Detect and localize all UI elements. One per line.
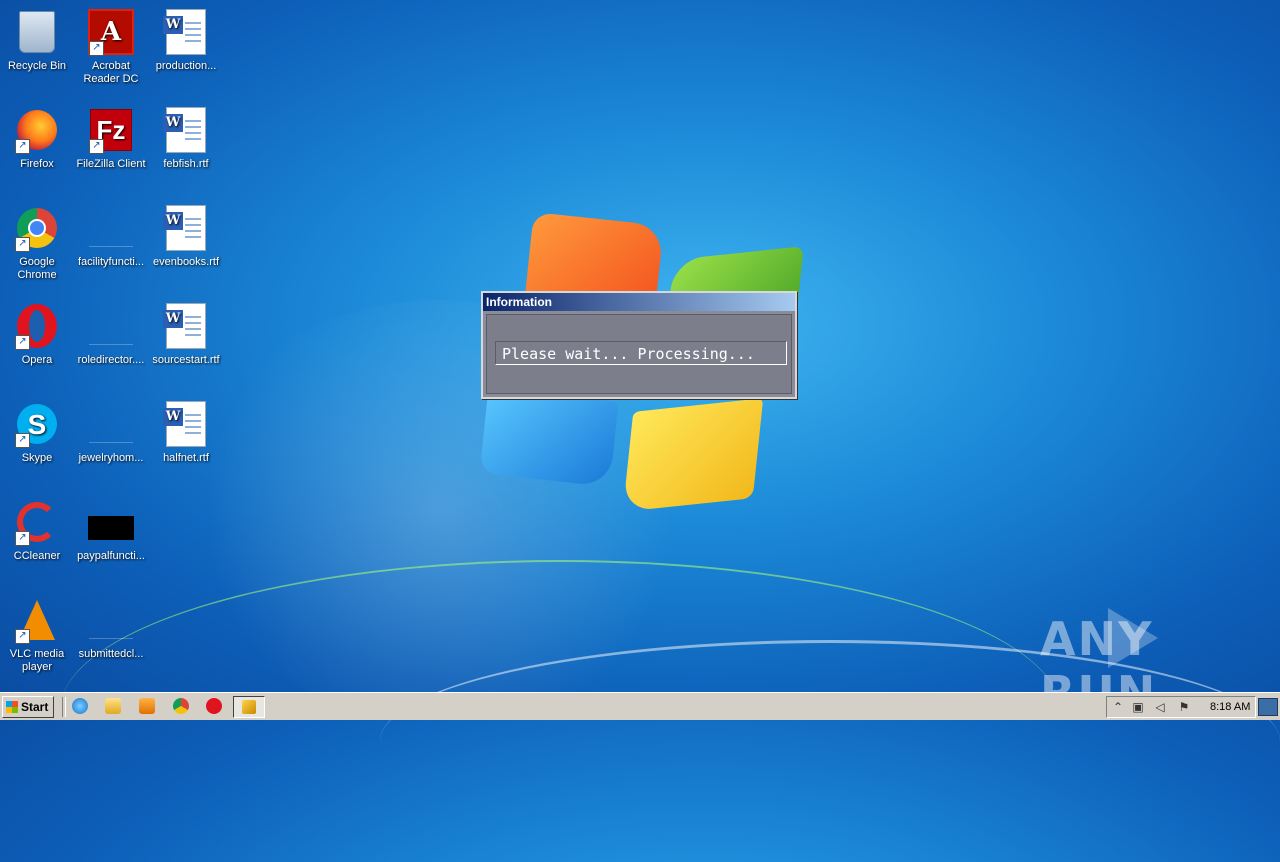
- blank-file-icon: [87, 204, 135, 252]
- firefox-icon: ↗: [13, 106, 61, 154]
- desktop-icon-label: febfish.rtf: [163, 158, 209, 170]
- blank-file-icon: [87, 596, 135, 644]
- recycle-bin-icon: [13, 8, 61, 56]
- desktop-icon-recycle-bin[interactable]: Recycle Bin: [0, 8, 74, 73]
- desktop-icon-label: jewelryhom...: [78, 452, 144, 464]
- chrome-icon[interactable]: [173, 698, 189, 714]
- acrobat-icon: A ↗: [87, 8, 135, 56]
- active-task-button[interactable]: [233, 696, 265, 718]
- desktop-icon-production[interactable]: W production...: [149, 8, 223, 73]
- vlc-icon: ↗: [13, 596, 61, 644]
- desktop-icon-label: submittedcl...: [78, 648, 144, 660]
- desktop-icon-firefox[interactable]: ↗ Firefox: [0, 106, 74, 171]
- desktop-icon-label: Google Chrome: [17, 256, 57, 281]
- information-dialog[interactable]: Information Please wait... Processing...: [481, 291, 797, 399]
- desktop-icon-acrobat[interactable]: A ↗ Acrobat Reader DC: [74, 8, 148, 86]
- black-image-file-icon: [87, 498, 135, 546]
- desktop-icon-label: FileZilla Client: [76, 158, 146, 170]
- desktop-icon-vlc[interactable]: ↗ VLC media player: [0, 596, 74, 674]
- desktop-icon-opera[interactable]: ↗ Opera: [0, 302, 74, 367]
- word-document-icon: W: [162, 204, 210, 252]
- shortcut-arrow-icon: ↗: [15, 139, 30, 154]
- dialog-message: Please wait... Processing...: [495, 341, 787, 365]
- desktop-icon-facilityfuncti[interactable]: facilityfuncti...: [74, 204, 148, 269]
- desktop-icon-halfnet[interactable]: W halfnet.rtf: [149, 400, 223, 465]
- desktop-icon-filezilla[interactable]: Fz ↗ FileZilla Client: [74, 106, 148, 171]
- flag-icon[interactable]: ⚑: [1177, 700, 1191, 714]
- word-document-icon: W: [162, 400, 210, 448]
- windows-flag-icon: [6, 701, 18, 713]
- desktop-icon-roledirector[interactable]: roledirector....: [74, 302, 148, 367]
- blank-file-icon: [87, 400, 135, 448]
- play-icon: [1108, 608, 1158, 668]
- running-app-icon: [242, 700, 256, 714]
- shortcut-arrow-icon: ↗: [15, 531, 30, 546]
- show-desktop-button[interactable]: [1258, 698, 1278, 716]
- desktop-icon-label: Firefox: [20, 158, 54, 170]
- desktop-icon-label: VLC media player: [9, 648, 65, 673]
- media-player-icon[interactable]: [139, 698, 155, 714]
- desktop-icon-ccleaner[interactable]: ↗ CCleaner: [0, 498, 74, 563]
- shortcut-arrow-icon: ↗: [89, 139, 104, 154]
- desktop-icon-paypalfuncti[interactable]: paypalfuncti...: [74, 498, 148, 563]
- ccleaner-icon: ↗: [13, 498, 61, 546]
- desktop-icon-skype[interactable]: S ↗ Skype: [0, 400, 74, 465]
- desktop-icon-label: Acrobat Reader DC: [83, 60, 139, 85]
- desktop-icon-label: production...: [155, 60, 217, 72]
- desktop-icon-label: Recycle Bin: [7, 60, 67, 72]
- chrome-icon: ↗: [13, 204, 61, 252]
- filezilla-icon: Fz ↗: [87, 106, 135, 154]
- start-label: Start: [21, 700, 49, 714]
- start-button[interactable]: Start: [2, 696, 54, 718]
- desktop-icon-label: halfnet.rtf: [163, 452, 209, 464]
- shortcut-arrow-icon: ↗: [89, 41, 104, 56]
- skype-icon: S ↗: [13, 400, 61, 448]
- desktop-icon-label: paypalfuncti...: [77, 550, 145, 562]
- internet-explorer-icon[interactable]: [72, 698, 88, 714]
- taskbar: Start ⌃ ▣ ◁ ⚑ 8:18 AM: [0, 692, 1280, 720]
- desktop-icon-label: sourcestart.rtf: [152, 354, 220, 366]
- desktop-icon-febfish[interactable]: W febfish.rtf: [149, 106, 223, 171]
- shortcut-arrow-icon: ↗: [15, 629, 30, 644]
- desktop-icon-sourcestart[interactable]: W sourcestart.rtf: [149, 302, 223, 367]
- chevron-up-icon[interactable]: ⌃: [1111, 700, 1125, 714]
- desktop-icon-label: roledirector....: [77, 354, 145, 366]
- opera-icon: ↗: [13, 302, 61, 350]
- desktop-icon-label: evenbooks.rtf: [152, 256, 220, 268]
- desktop-icon-label: CCleaner: [13, 550, 61, 562]
- shortcut-arrow-icon: ↗: [15, 335, 30, 350]
- shortcut-arrow-icon: ↗: [15, 433, 30, 448]
- desktop-icon-label: Skype: [21, 452, 53, 464]
- desktop-icon-label: facilityfuncti...: [77, 256, 145, 268]
- logo-yellow-pane: [622, 398, 764, 512]
- logo-blue-pane: [479, 388, 619, 487]
- network-icon[interactable]: ▣: [1131, 700, 1145, 714]
- blank-file-icon: [87, 302, 135, 350]
- word-document-icon: W: [162, 8, 210, 56]
- opera-icon[interactable]: [206, 698, 222, 714]
- desktop-icon-chrome[interactable]: ↗ Google Chrome: [0, 204, 74, 282]
- desktop-icon-label: Opera: [21, 354, 53, 366]
- taskbar-separator: [62, 697, 66, 717]
- shortcut-arrow-icon: ↗: [15, 237, 30, 252]
- taskbar-clock[interactable]: 8:18 AM: [1210, 696, 1250, 718]
- word-document-icon: W: [162, 106, 210, 154]
- dialog-body: Please wait... Processing...: [486, 314, 792, 394]
- desktop-icon-evenbooks[interactable]: W evenbooks.rtf: [149, 204, 223, 269]
- volume-icon[interactable]: ◁: [1153, 700, 1167, 714]
- explorer-folder-icon[interactable]: [105, 698, 121, 714]
- desktop-icon-submittedcl[interactable]: submittedcl...: [74, 596, 148, 661]
- word-document-icon: W: [162, 302, 210, 350]
- dialog-title[interactable]: Information: [483, 293, 795, 311]
- desktop-icon-jewelryhom[interactable]: jewelryhom...: [74, 400, 148, 465]
